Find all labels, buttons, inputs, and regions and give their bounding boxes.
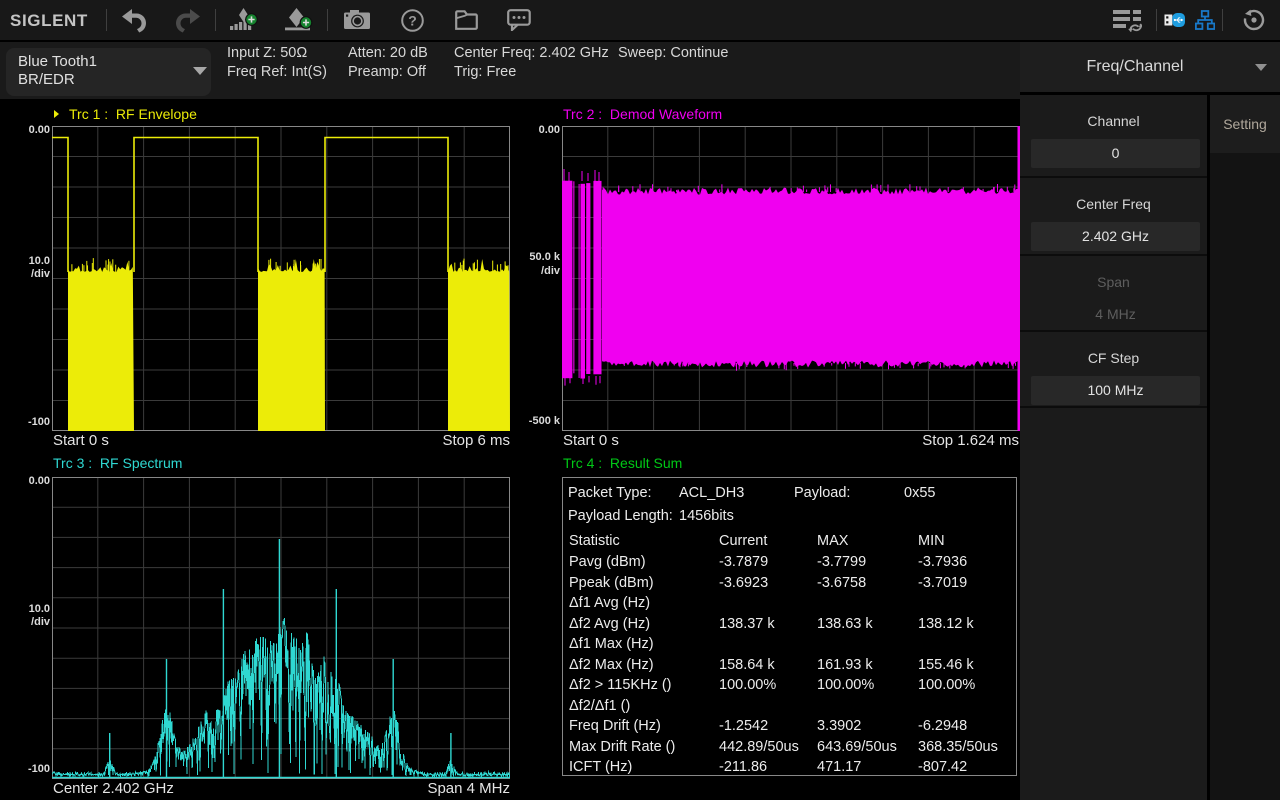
svg-text:?: ? bbox=[408, 12, 417, 28]
